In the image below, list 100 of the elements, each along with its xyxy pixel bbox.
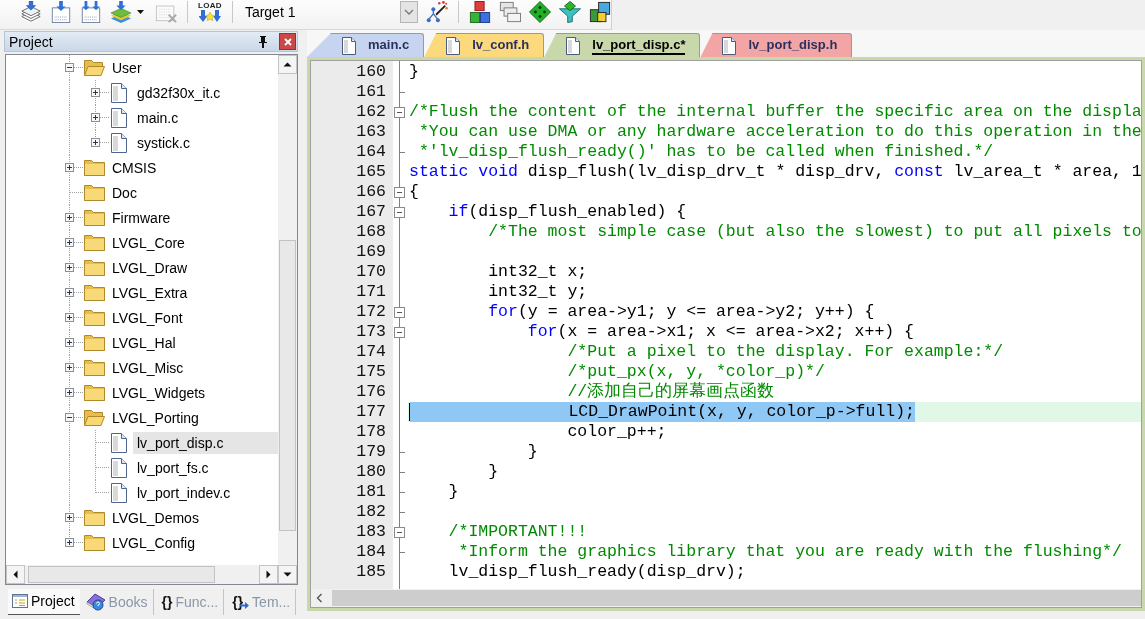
line-number: 184 (355, 542, 387, 562)
tree-item[interactable]: lv_port_disp.c (133, 431, 278, 454)
code-line: /*The most simple case (but also the slowest) to put all pixels to (487, 222, 1141, 242)
funnel-icon[interactable] (559, 1, 581, 23)
document-icon (722, 36, 737, 55)
expand-icon[interactable] (65, 163, 74, 172)
tree-item[interactable]: LVGL_Extra (108, 281, 278, 304)
expand-icon[interactable] (65, 213, 74, 222)
scroll-thumb[interactable] (28, 566, 215, 583)
expand-icon[interactable] (65, 363, 74, 372)
expand-icon[interactable] (65, 288, 74, 297)
tree-item[interactable]: LVGL_Config (108, 531, 278, 554)
expand-icon[interactable] (65, 513, 74, 522)
collapse-icon[interactable] (394, 106, 405, 118)
tree-item[interactable]: lv_port_indev.c (133, 481, 278, 504)
expand-icon[interactable] (65, 388, 74, 397)
collapse-icon[interactable] (394, 186, 405, 198)
line-number: 181 (355, 482, 387, 502)
line-number: 183 (355, 522, 387, 542)
panel-tab[interactable]: {} Tem... (227, 588, 297, 615)
expand-icon[interactable] (91, 138, 100, 147)
panel-tab[interactable]: {} Func... (156, 588, 225, 615)
colored-layers-icon[interactable] (110, 1, 132, 23)
code-line: //添加自己的屏幕画点函数 (566, 382, 775, 402)
code-line: } (526, 442, 538, 462)
expand-icon[interactable] (65, 263, 74, 272)
code-line: /*Flush the content of the internal buffer the specific area on the displa (409, 102, 1141, 122)
collapse-icon[interactable] (65, 63, 74, 72)
layers-arrow-icon[interactable] (20, 1, 42, 23)
diamond-icon[interactable] (529, 1, 551, 23)
tree-item[interactable]: main.c (133, 106, 278, 129)
load-button[interactable]: LOAD (198, 1, 222, 23)
line-number: 167 (355, 202, 387, 222)
blocks-icon[interactable] (469, 1, 491, 23)
tree-item[interactable]: LVGL_Misc (108, 356, 278, 379)
tree-item[interactable]: LVGL_Draw (108, 256, 278, 279)
tiles-icon[interactable] (589, 1, 611, 23)
tree-item[interactable]: systick.c (133, 131, 278, 154)
file-icon (111, 107, 127, 128)
folder-icon (84, 359, 105, 376)
close-button[interactable] (279, 33, 296, 50)
magic-wand-icon[interactable] (426, 1, 448, 23)
tree-item[interactable]: CMSIS (108, 156, 278, 179)
scroll-down-icon[interactable] (278, 565, 297, 584)
collapse-icon[interactable] (394, 206, 405, 218)
box-double-arrow-icon[interactable] (80, 1, 102, 23)
collapse-icon[interactable] (394, 326, 405, 338)
folder-icon (84, 334, 105, 351)
editor-tab[interactable]: lv_port_disp.h (700, 33, 853, 57)
expand-icon[interactable] (91, 88, 100, 97)
tree-item[interactable]: LVGL_Demos (108, 506, 278, 529)
caret-icon[interactable] (137, 10, 144, 14)
editor-tab[interactable]: lv_port_disp.c* (544, 33, 701, 57)
file-icon (111, 432, 127, 453)
collapse-icon[interactable] (394, 526, 405, 538)
scroll-up-icon[interactable] (278, 55, 297, 74)
tree-item[interactable]: Doc (108, 181, 278, 204)
scroll-right-icon[interactable] (259, 565, 278, 584)
open-folder-icon (84, 409, 105, 426)
tree-item[interactable]: lv_port_fs.c (133, 456, 278, 479)
line-number: 172 (355, 302, 387, 322)
tree-item[interactable]: User (108, 56, 278, 79)
collapse-icon[interactable] (65, 413, 74, 422)
folder-icon (84, 384, 105, 401)
expand-icon[interactable] (65, 313, 74, 322)
tree-item[interactable]: LVGL_Widgets (108, 381, 278, 404)
expand-icon[interactable] (65, 238, 74, 247)
tree-item[interactable]: gd32f30x_it.c (133, 81, 278, 104)
panel-tab[interactable]: Project (8, 588, 80, 615)
scroll-left-icon[interactable] (6, 565, 25, 584)
document-icon (566, 36, 581, 55)
line-number: 164 (355, 142, 387, 162)
editor-tab[interactable]: main.c (307, 33, 425, 57)
tree-item[interactable]: LVGL_Porting (108, 406, 278, 429)
target-select[interactable]: Target 1 (239, 0, 418, 24)
file-icon (111, 482, 127, 503)
expand-icon[interactable] (91, 113, 100, 122)
code-line: if(disp_flush_enabled) { (447, 202, 687, 222)
tree-item[interactable]: LVGL_Font (108, 306, 278, 329)
box-down-arrow-icon[interactable] (50, 1, 72, 23)
stacked-windows-icon[interactable] (499, 1, 521, 23)
file-icon (111, 82, 127, 103)
folder-icon (84, 234, 105, 251)
editor-tab[interactable]: lv_conf.h (424, 33, 545, 57)
scroll-thumb[interactable] (279, 240, 296, 531)
expand-icon[interactable] (65, 338, 74, 347)
collapse-icon[interactable] (394, 306, 405, 318)
code-line: *'lv_disp_flush_ready()' has to be called when finished.*/ (417, 142, 994, 162)
line-number: 166 (355, 182, 387, 202)
line-number: 174 (355, 342, 387, 362)
line-number: 176 (355, 382, 387, 402)
tree-item[interactable]: Firmware (108, 206, 278, 229)
tree-item[interactable]: LVGL_Core (108, 231, 278, 254)
pin-icon[interactable] (259, 35, 267, 48)
code-line: int32_t y; (487, 282, 588, 302)
tree-item[interactable]: LVGL_Hal (108, 331, 278, 354)
folder-icon (84, 159, 105, 176)
expand-icon[interactable] (65, 538, 74, 547)
code-line: for(x = area->x1; x <= area->x2; x++) { (526, 322, 914, 342)
line-number: 169 (355, 242, 387, 262)
